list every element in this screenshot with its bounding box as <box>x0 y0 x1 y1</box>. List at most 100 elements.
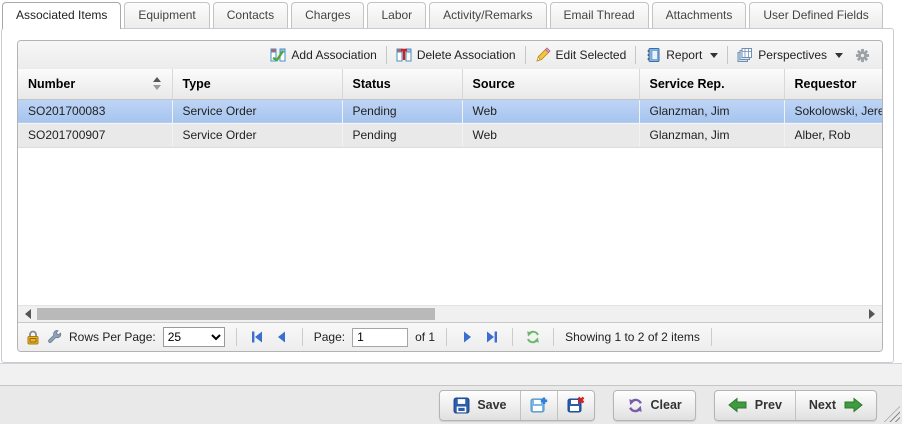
clear-button-group: Clear <box>613 390 696 421</box>
grid-empty-area <box>18 148 882 305</box>
toolbar-separator <box>386 46 387 64</box>
next-button[interactable]: Next <box>795 391 876 420</box>
save-label: Save <box>477 398 506 412</box>
cell-source: Web <box>462 99 639 123</box>
delete-association-button[interactable]: Delete Association <box>390 45 522 65</box>
horizontal-scrollbar[interactable] <box>18 305 882 322</box>
page: Associated Items Equipment Contacts Char… <box>0 0 902 424</box>
cell-service-rep: Glanzman, Jim <box>639 99 784 123</box>
pager-separator <box>302 328 303 346</box>
next-arrow-icon <box>843 397 863 413</box>
save-delete-button[interactable] <box>557 391 594 420</box>
column-header-type[interactable]: Type <box>172 69 342 99</box>
tab-activity-remarks[interactable]: Activity/Remarks <box>429 2 546 28</box>
next-page-button[interactable] <box>458 328 476 346</box>
table-row[interactable]: SO201700907 Service Order Pending Web Gl… <box>18 123 883 147</box>
tab-email-thread[interactable]: Email Thread <box>550 2 649 28</box>
last-page-button[interactable] <box>483 328 501 346</box>
cell-status: Pending <box>342 123 462 147</box>
cell-source: Web <box>462 123 639 147</box>
lower-band <box>0 363 902 385</box>
save-add-button[interactable] <box>520 391 557 420</box>
column-label: Number <box>28 77 75 91</box>
edit-selected-button[interactable]: Edit Selected <box>529 45 633 65</box>
edit-selected-label: Edit Selected <box>556 48 627 62</box>
pager-bar: Rows Per Page: 25 Page: of 1 <box>18 322 882 352</box>
footer-button-bar: Save <box>0 385 902 424</box>
wrench-icon[interactable] <box>47 330 62 345</box>
refresh-icon[interactable] <box>524 328 542 346</box>
tab-associated-items[interactable]: Associated Items <box>2 2 121 29</box>
pager-separator <box>553 328 554 346</box>
scroll-left-arrow[interactable] <box>20 306 36 322</box>
perspectives-dropdown-caret <box>835 53 843 58</box>
tab-contacts[interactable]: Contacts <box>213 2 288 28</box>
column-header-service-rep[interactable]: Service Rep. <box>639 69 784 99</box>
add-association-icon <box>270 47 286 63</box>
tab-charges[interactable]: Charges <box>291 2 364 28</box>
tab-labor[interactable]: Labor <box>367 2 426 28</box>
report-label: Report <box>666 48 702 62</box>
toolbar-separator <box>635 46 636 64</box>
cell-service-rep: Glanzman, Jim <box>639 123 784 147</box>
clear-button[interactable]: Clear <box>614 391 695 420</box>
lock-icon[interactable] <box>26 330 40 345</box>
page-input[interactable] <box>352 328 408 347</box>
pager-separator <box>711 328 712 346</box>
pencil-icon <box>535 47 551 63</box>
clear-icon <box>627 397 644 414</box>
save-icon <box>453 397 470 414</box>
column-header-requestor[interactable]: Requestor <box>784 69 883 99</box>
perspectives-button[interactable]: Perspectives <box>731 45 849 65</box>
sort-icon[interactable] <box>152 77 162 90</box>
toolbar-separator <box>727 46 728 64</box>
toolbar-separator <box>525 46 526 64</box>
report-icon <box>645 47 661 63</box>
page-label: Page: <box>314 330 345 344</box>
tab-attachments[interactable]: Attachments <box>652 2 747 28</box>
scrollbar-thumb[interactable] <box>37 308 435 320</box>
add-association-label: Add Association <box>291 48 376 62</box>
prev-arrow-icon <box>728 397 748 413</box>
associated-items-table: Number Type St <box>18 69 883 148</box>
header-row: Number Type St <box>18 69 883 99</box>
scroll-right-arrow[interactable] <box>864 306 880 322</box>
rows-per-page-select[interactable]: 25 <box>163 327 225 347</box>
grid-toolbar: Add Association Delete Association <box>18 41 882 69</box>
cell-requestor: Sokolowski, Jerem <box>784 99 883 123</box>
column-header-number[interactable]: Number <box>18 69 172 99</box>
gear-icon <box>855 48 870 63</box>
cell-number: SO201700083 <box>18 99 172 123</box>
perspectives-icon <box>737 47 753 63</box>
cell-requestor: Alber, Rob <box>784 123 883 147</box>
save-delete-icon <box>567 396 585 414</box>
cell-number: SO201700907 <box>18 123 172 147</box>
pager-separator <box>446 328 447 346</box>
add-association-button[interactable]: Add Association <box>264 45 382 65</box>
report-button[interactable]: Report <box>639 45 724 65</box>
clear-label: Clear <box>651 398 682 412</box>
pager-separator <box>512 328 513 346</box>
associated-items-panel: Add Association Delete Association <box>1 28 894 363</box>
previous-page-button[interactable] <box>273 328 291 346</box>
next-label: Next <box>809 398 836 412</box>
column-header-status[interactable]: Status <box>342 69 462 99</box>
grid-settings-button[interactable] <box>849 46 876 65</box>
save-button[interactable]: Save <box>440 391 519 420</box>
prev-button[interactable]: Prev <box>715 391 795 420</box>
column-header-source[interactable]: Source <box>462 69 639 99</box>
pager-separator <box>236 328 237 346</box>
save-button-group: Save <box>439 390 594 421</box>
cell-type: Service Order <box>172 123 342 147</box>
prev-label: Prev <box>755 398 782 412</box>
prev-next-button-group: Prev Next <box>714 390 877 421</box>
tab-user-defined-fields[interactable]: User Defined Fields <box>749 2 882 28</box>
first-page-button[interactable] <box>248 328 266 346</box>
cell-status: Pending <box>342 99 462 123</box>
perspectives-label: Perspectives <box>758 48 827 62</box>
table-row[interactable]: SO201700083 Service Order Pending Web Gl… <box>18 99 883 123</box>
cell-type: Service Order <box>172 99 342 123</box>
rows-per-page-label: Rows Per Page: <box>69 330 156 344</box>
tab-equipment[interactable]: Equipment <box>124 2 209 28</box>
delete-association-label: Delete Association <box>417 48 516 62</box>
